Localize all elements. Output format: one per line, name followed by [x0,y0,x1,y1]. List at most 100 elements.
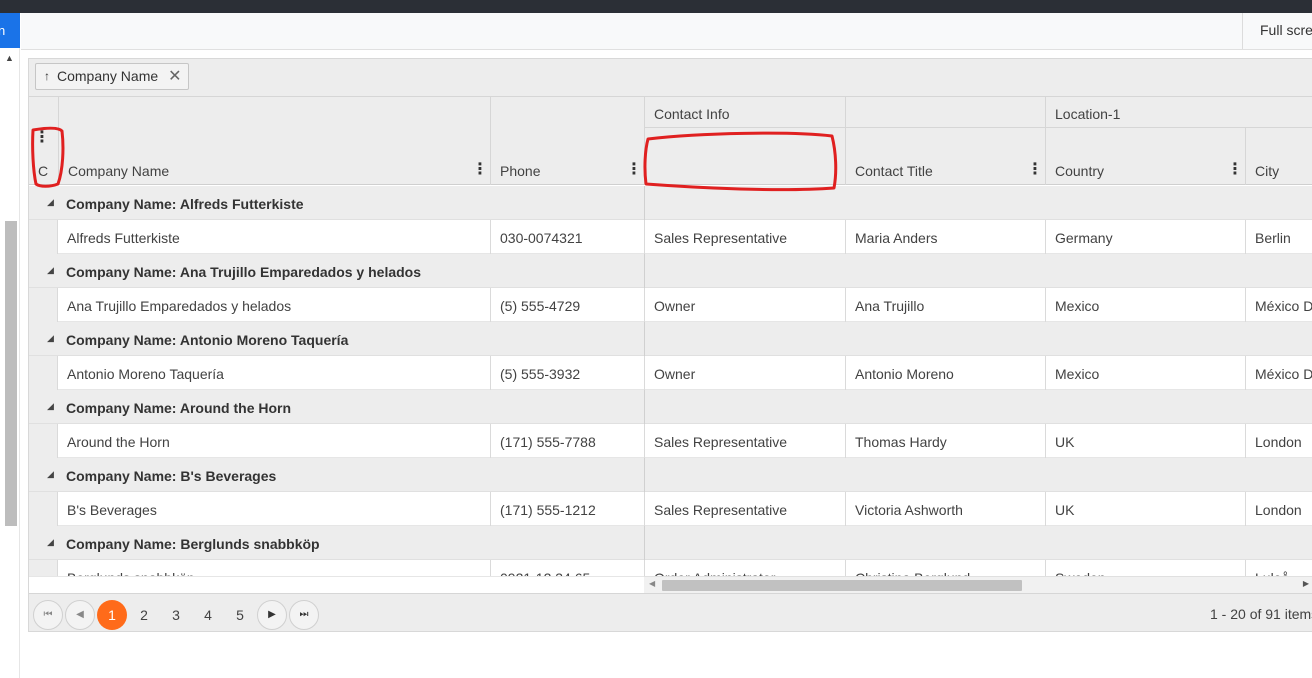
previous-page-button[interactable]: ◀ [65,600,95,630]
grid-body: ◢ Company Name: Alfreds Futterkiste Alfr… [29,186,1312,576]
next-page-button[interactable]: ▶ [257,600,287,630]
cell-company[interactable]: Alfreds Futterkiste [58,220,490,254]
header-column-contact-title[interactable]: Contact Title ⋮ [845,128,1045,185]
cell-company[interactable]: Ana Trujillo Emparedados y helados [58,288,490,322]
cell-company[interactable]: Around the Horn [58,424,490,458]
group-chip-company-name[interactable]: ↑ Company Name ✕ [35,63,189,90]
group-row[interactable]: ◢ Company Name: Ana Trujillo Emparedados… [29,254,1312,288]
table-row[interactable]: Antonio Moreno Taquería (5) 555-3932 Own… [29,356,1312,390]
collapse-group-icon[interactable]: ◢ [47,469,54,480]
cell-country[interactable]: Germany [1045,220,1245,254]
cell-contact-title[interactable]: Maria Anders [845,220,1045,254]
cell-contact[interactable]: Owner [644,356,845,390]
group-row-label: Company Name: Ana Trujillo Emparedados y… [66,264,422,280]
cell-phone[interactable]: 030-0074321 [490,220,644,254]
page-5-button[interactable]: 5 [225,600,255,630]
group-row[interactable]: ◢ Company Name: B's Beverages [29,458,1312,492]
table-row[interactable]: B's Beverages (171) 555-1212 Sales Repre… [29,492,1312,526]
cell-contact-title[interactable]: Christina Berglund [845,560,1045,576]
column-menu-icon[interactable]: ⋮ [472,162,488,178]
collapse-group-icon[interactable]: ◢ [47,197,54,208]
grid-header: Contact Info Location-1 ⋮ C Company Name… [29,97,1312,185]
cell-phone[interactable]: (171) 555-7788 [490,424,644,458]
cell-city[interactable]: México D [1245,288,1312,322]
fullscreen-button[interactable]: Full scre [1242,13,1312,49]
header-column-city[interactable]: City [1245,128,1312,185]
cell-phone[interactable]: (5) 555-3932 [490,356,644,390]
column-menu-icon[interactable]: ⋮ [626,162,642,178]
header-column-c[interactable]: ⋮ C [29,97,58,185]
cell-contact[interactable]: Sales Representative [644,492,845,526]
collapse-group-icon[interactable]: ◢ [47,333,54,344]
remove-group-icon[interactable]: ✕ [168,66,181,86]
cell-city[interactable]: México D [1245,356,1312,390]
cell-contact-title[interactable]: Thomas Hardy [845,424,1045,458]
header-label-company-name: Company Name [68,163,170,179]
group-row-label: Company Name: B's Beverages [66,468,277,484]
collapse-group-icon[interactable]: ◢ [47,401,54,412]
row-indent [29,220,58,254]
column-divider [644,322,645,356]
cell-company[interactable]: Berglunds snabbköp [58,560,490,576]
header-group-contact-info: Contact Info [644,97,845,128]
cell-phone[interactable]: (5) 555-4729 [490,288,644,322]
cell-city[interactable]: Berlin [1245,220,1312,254]
cell-company[interactable]: B's Beverages [58,492,490,526]
group-row[interactable]: ◢ Company Name: Around the Horn [29,390,1312,424]
header-column-company-name[interactable]: Company Name ⋮ [58,97,490,185]
header-column-phone[interactable]: Phone ⋮ [490,97,644,185]
cell-country[interactable]: Mexico [1045,288,1245,322]
table-row[interactable]: Alfreds Futterkiste 030-0074321 Sales Re… [29,220,1312,254]
horizontal-scrollbar[interactable]: ◀ ▶ [644,576,1312,593]
cell-contact-title[interactable]: Ana Trujillo [845,288,1045,322]
toolbar: Full scre [21,13,1312,50]
cell-city[interactable]: London [1245,424,1312,458]
column-menu-icon[interactable]: ⋮ [34,130,50,146]
header-column-country[interactable]: Country ⋮ [1045,128,1245,185]
cell-contact[interactable]: Sales Representative [644,220,845,254]
cell-country[interactable]: UK [1045,492,1245,526]
page-3-button[interactable]: 3 [161,600,191,630]
page-2-button[interactable]: 2 [129,600,159,630]
table-row[interactable]: Around the Horn (171) 555-7788 Sales Rep… [29,424,1312,458]
cell-city[interactable]: London [1245,492,1312,526]
cell-country[interactable]: UK [1045,424,1245,458]
sort-ascending-icon[interactable]: ↑ [44,69,50,83]
scroll-right-icon[interactable]: ▶ [1303,579,1309,588]
scroll-left-icon[interactable]: ◀ [649,579,655,588]
cell-phone[interactable]: 0921-12 34 65 [490,560,644,576]
cell-contact[interactable]: Order Administrator [644,560,845,576]
scroll-up-icon[interactable]: ▲ [5,53,14,63]
cell-city[interactable]: Luleå [1245,560,1312,576]
cell-country[interactable]: Mexico [1045,356,1245,390]
group-row[interactable]: ◢ Company Name: Berglunds snabbköp [29,526,1312,560]
cell-country[interactable]: Sweden [1045,560,1245,576]
cell-phone[interactable]: (171) 555-1212 [490,492,644,526]
header-column-contact-blank[interactable] [644,128,845,185]
cell-contact-title[interactable]: Antonio Moreno [845,356,1045,390]
group-row[interactable]: ◢ Company Name: Antonio Moreno Taquería [29,322,1312,356]
cell-contact-title[interactable]: Victoria Ashworth [845,492,1045,526]
group-row[interactable]: ◢ Company Name: Alfreds Futterkiste [29,186,1312,220]
column-divider [644,526,645,560]
last-page-button[interactable]: ⏭ [289,600,319,630]
page-4-button[interactable]: 4 [193,600,223,630]
column-menu-icon[interactable]: ⋮ [1027,162,1043,178]
table-row[interactable]: Berglunds snabbköp 0921-12 34 65 Order A… [29,560,1312,576]
cell-contact[interactable]: Owner [644,288,845,322]
page-1-button[interactable]: 1 [97,600,127,630]
first-page-button[interactable]: ⏮ [33,600,63,630]
table-row[interactable]: Ana Trujillo Emparedados y helados (5) 5… [29,288,1312,322]
column-divider [644,390,645,424]
cell-company[interactable]: Antonio Moreno Taquería [58,356,490,390]
horizontal-scrollbar-thumb[interactable] [662,580,1022,591]
vertical-scrollbar-thumb[interactable] [5,221,17,526]
cell-contact[interactable]: Sales Representative [644,424,845,458]
collapse-group-icon[interactable]: ◢ [47,537,54,548]
column-divider [644,186,645,220]
browser-top-bar [0,0,1312,13]
collapse-group-icon[interactable]: ◢ [47,265,54,276]
header-label-country: Country [1055,163,1105,179]
side-tab[interactable]: n [0,13,20,48]
column-menu-icon[interactable]: ⋮ [1227,162,1243,178]
